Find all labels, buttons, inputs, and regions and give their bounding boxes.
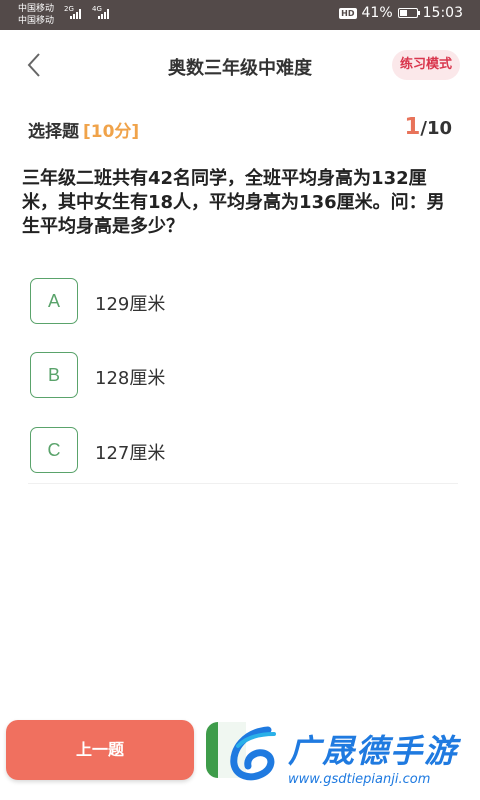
watermark-url: www.gsdtiepianji.com xyxy=(288,772,431,787)
progress-current: 1 xyxy=(404,114,421,140)
status-bar: 中国移动 中国移动 2G 4G HD 41% 15:03 xyxy=(0,0,480,30)
question-text: 三年级二班共有42名同学，全班平均身高为132厘米，其中女生有18人，平均身高为… xyxy=(22,168,445,237)
watermark-logo-icon xyxy=(230,726,276,781)
question-progress: 1/10 xyxy=(404,114,452,140)
hd-icon: HD xyxy=(339,7,357,19)
question-type-label: 选择题 xyxy=(28,122,79,142)
clock: 15:03 xyxy=(422,5,463,21)
status-right: HD 41% 15:03 xyxy=(339,5,463,21)
watermark-name: 广晟德手游 xyxy=(288,732,459,770)
carrier-2: 中国移动 xyxy=(18,16,55,26)
battery-icon xyxy=(397,8,420,18)
carrier-labels: 中国移动 中国移动 xyxy=(18,3,54,27)
progress-total: /10 xyxy=(420,118,452,139)
mode-badge[interactable]: 练习模式 xyxy=(391,50,460,80)
app-header: 奥数三年级中难度 练习模式 xyxy=(0,30,480,102)
question-score: [10分] xyxy=(83,122,140,142)
question-type: 选择题 [10分] xyxy=(28,117,139,142)
divider xyxy=(28,483,458,484)
battery-percent: 41% xyxy=(361,5,393,21)
option-b[interactable]: B 128厘米 xyxy=(30,352,450,400)
option-text: 129厘米 xyxy=(95,294,166,315)
watermark: 广晟德手游 www.gsdtiepianji.com xyxy=(218,716,480,800)
option-text: 128厘米 xyxy=(95,368,166,389)
option-a[interactable]: A 129厘米 xyxy=(30,278,450,326)
carrier-1: 中国移动 xyxy=(18,4,55,14)
option-letter: C xyxy=(30,427,78,473)
option-letter: A xyxy=(30,278,78,324)
option-text: 127厘米 xyxy=(95,443,166,464)
prev-question-button[interactable]: 上一题 xyxy=(6,720,194,780)
option-c[interactable]: C 127厘米 xyxy=(30,427,450,475)
option-letter: B xyxy=(30,352,78,398)
